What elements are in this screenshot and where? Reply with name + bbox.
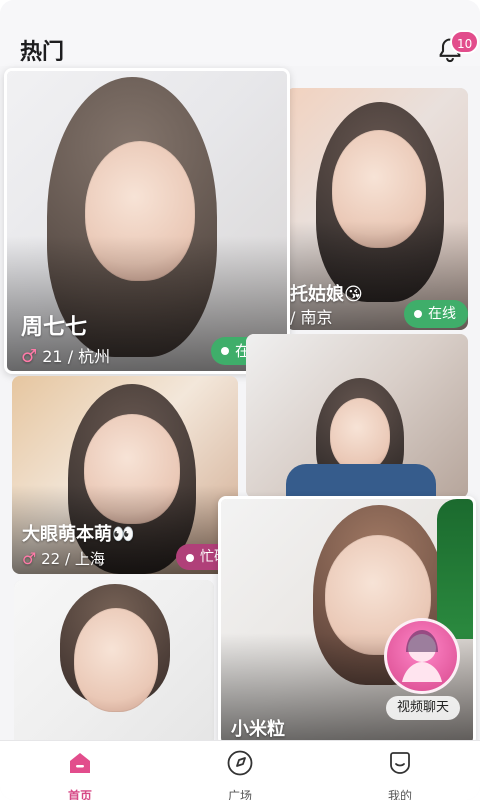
avatar-icon (402, 630, 442, 682)
user-name: 大眼萌本萌👀 (22, 524, 135, 545)
tab-square[interactable]: 广场 (200, 749, 280, 800)
tab-home[interactable]: 首页 (40, 749, 120, 800)
user-name: 小米粒 (231, 719, 285, 740)
bottom-tab-bar: 首页 广场 我的 (0, 740, 480, 800)
user-city: 上海 (74, 550, 105, 568)
status-badge: 在线 (404, 300, 468, 328)
notification-badge: 10 (450, 30, 480, 54)
user-card-6[interactable] (14, 580, 214, 750)
separator: / (65, 550, 75, 568)
profile-icon (390, 752, 410, 774)
sweater-shape (286, 464, 436, 498)
male-icon: ♂ (22, 549, 37, 568)
app-screen: 热门 10 托姑娘😘 / 南京 在线 周七七 ♂ 21 / 杭州 大眼萌本萌👀 … (0, 0, 480, 800)
user-name: 周七七 (21, 315, 88, 340)
separator: / (290, 308, 301, 327)
male-icon: ♂ (21, 346, 38, 367)
tab-profile[interactable]: 我的 (360, 749, 440, 800)
user-city: 杭州 (78, 347, 111, 366)
compass-icon (227, 750, 253, 776)
home-icon (70, 753, 90, 773)
face-shape (74, 608, 158, 712)
user-city: 南京 (300, 308, 333, 327)
user-photo (14, 580, 214, 750)
user-name: 托姑娘😘 (290, 284, 363, 305)
user-age: 21 (42, 347, 63, 366)
video-chat-label[interactable]: 视频聊天 (386, 696, 460, 720)
face-shape (330, 398, 390, 472)
video-chat-button[interactable] (384, 618, 460, 694)
user-card-5[interactable] (246, 334, 468, 498)
tab-label: 我的 (387, 789, 412, 800)
user-meta: ♂ 21 / 杭州 (21, 343, 110, 367)
user-meta: ♂ 22 / 上海 (22, 548, 105, 569)
tab-label: 首页 (67, 789, 92, 800)
user-photo (246, 334, 468, 498)
page-title: 热门 (20, 40, 65, 65)
separator: / (67, 347, 79, 366)
user-card-3[interactable]: 大眼萌本萌👀 ♂ 22 / 上海 忙碌 (12, 376, 238, 574)
user-meta: / 南京 (290, 304, 333, 328)
top-bar: 热门 10 (0, 0, 480, 66)
user-card-2[interactable]: 托姑娘😘 / 南京 在线 (286, 88, 468, 330)
user-card-1[interactable]: 周七七 ♂ 21 / 杭州 在线 (4, 68, 290, 374)
user-age: 22 (41, 550, 61, 568)
tab-label: 广场 (227, 789, 252, 800)
